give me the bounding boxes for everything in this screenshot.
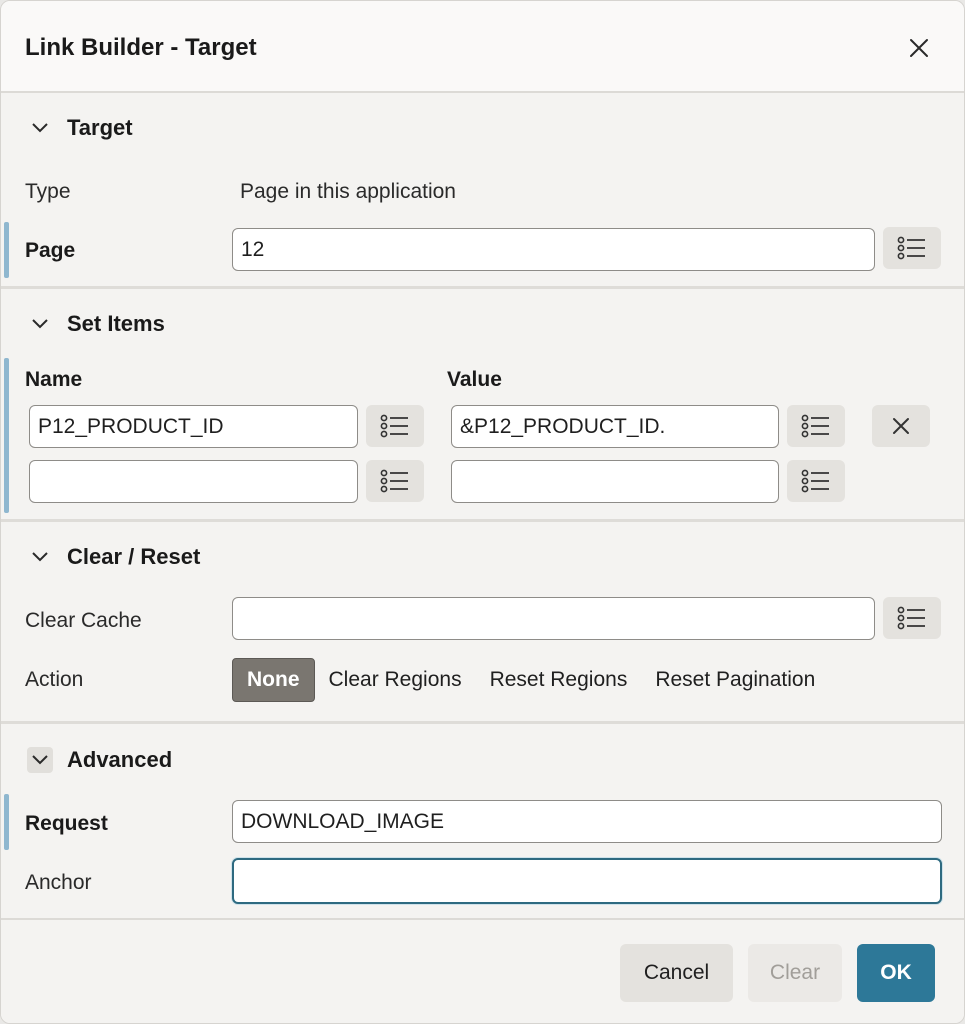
clear-cache-input[interactable] <box>232 597 875 640</box>
chevron-down-icon <box>27 115 53 141</box>
cancel-button[interactable]: Cancel <box>620 944 733 1002</box>
action-radio-group: None Clear Regions Reset Regions Reset P… <box>232 658 829 702</box>
item-name-input[interactable] <box>29 460 358 503</box>
list-icon <box>897 606 925 630</box>
request-label: Request <box>25 812 108 835</box>
clear-cache-label: Clear Cache <box>25 609 142 632</box>
item-value-list-button[interactable] <box>787 460 845 502</box>
item-value-input[interactable] <box>451 460 779 503</box>
name-column-label: Name <box>25 368 83 391</box>
list-icon <box>801 469 829 493</box>
chevron-down-icon <box>27 747 53 773</box>
dialog-titlebar: Link Builder - Target <box>1 1 964 93</box>
required-indicator <box>4 222 9 278</box>
section-divider <box>1 286 964 289</box>
page-list-button[interactable] <box>883 227 941 269</box>
list-icon <box>801 414 829 438</box>
remove-item-button[interactable] <box>872 405 930 447</box>
anchor-input[interactable] <box>232 858 942 904</box>
item-value-list-button[interactable] <box>787 405 845 447</box>
close-button[interactable] <box>899 28 939 68</box>
section-divider <box>1 519 964 522</box>
remove-icon <box>893 418 909 434</box>
clear-reset-section-header[interactable]: Clear / Reset <box>27 542 200 572</box>
item-name-list-button[interactable] <box>366 405 424 447</box>
type-label: Type <box>25 180 71 203</box>
list-icon <box>380 414 408 438</box>
request-input[interactable] <box>232 800 942 843</box>
dialog-title: Link Builder - Target <box>25 34 257 61</box>
item-name-input[interactable] <box>29 405 358 448</box>
chevron-down-icon <box>27 311 53 337</box>
type-value: Page in this application <box>240 180 456 203</box>
ok-button[interactable]: OK <box>857 944 935 1002</box>
target-section-header[interactable]: Target <box>27 113 133 143</box>
target-section-title: Target <box>67 115 133 140</box>
list-icon <box>897 236 925 260</box>
link-builder-dialog: Link Builder - Target Target Type Page i… <box>0 0 965 1024</box>
dialog-footer: Cancel Clear OK <box>1 918 964 1023</box>
anchor-label: Anchor <box>25 871 92 894</box>
set-items-section-header[interactable]: Set Items <box>27 309 165 339</box>
item-name-list-button[interactable] <box>366 460 424 502</box>
page-input[interactable] <box>232 228 875 271</box>
action-option-none[interactable]: None <box>232 658 315 702</box>
clear-button[interactable]: Clear <box>748 944 842 1002</box>
required-indicator <box>4 794 9 850</box>
action-option-reset-pagination[interactable]: Reset Pagination <box>641 658 829 702</box>
close-icon <box>910 39 928 57</box>
advanced-section-title: Advanced <box>67 747 173 772</box>
list-icon <box>380 469 408 493</box>
page-label: Page <box>25 239 76 262</box>
set-items-section-title: Set Items <box>67 311 165 336</box>
chevron-down-icon <box>27 544 53 570</box>
value-column-label: Value <box>447 368 502 391</box>
required-indicator <box>4 358 9 513</box>
clear-reset-section-title: Clear / Reset <box>67 544 201 569</box>
action-label: Action <box>25 668 84 691</box>
section-divider <box>1 721 964 724</box>
clear-cache-list-button[interactable] <box>883 597 941 639</box>
action-option-reset-regions[interactable]: Reset Regions <box>476 658 642 702</box>
advanced-section-header[interactable]: Advanced <box>27 745 172 775</box>
action-option-clear-regions[interactable]: Clear Regions <box>315 658 476 702</box>
item-value-input[interactable] <box>451 405 779 448</box>
